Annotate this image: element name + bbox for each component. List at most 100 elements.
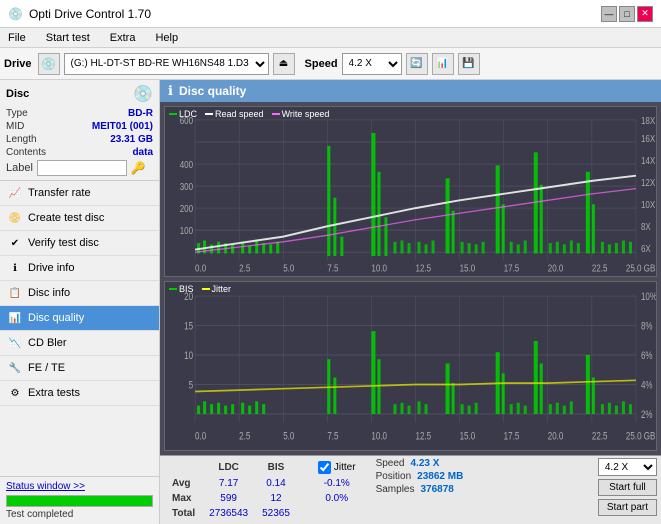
jitter-legend-label: Jitter	[212, 284, 232, 294]
bis-chart-legend: BIS Jitter	[169, 284, 231, 294]
svg-text:25.0 GB: 25.0 GB	[626, 430, 655, 443]
disc-quality-icon: 📊	[8, 311, 22, 325]
svg-text:10.0: 10.0	[371, 430, 387, 443]
disc-length-value: 23.31 GB	[110, 134, 153, 145]
sidebar-item-transfer-rate[interactable]: 📈 Transfer rate	[0, 181, 159, 206]
close-button[interactable]: ✕	[637, 6, 653, 22]
svg-text:5.0: 5.0	[283, 263, 294, 274]
svg-text:2.5: 2.5	[239, 430, 251, 443]
toolbar-btn-1[interactable]: 🔄	[406, 53, 428, 75]
titlebar: 💿 Opti Drive Control 1.70 — □ ✕	[0, 0, 661, 28]
disc-type-value: BD-R	[128, 108, 153, 119]
bis-legend-dot	[169, 288, 177, 290]
speed-info-panel: Speed 4.23 X Position 23862 MB Samples 3…	[376, 458, 464, 495]
start-full-button[interactable]: Start full	[598, 479, 657, 496]
svg-text:8X: 8X	[641, 221, 651, 232]
action-buttons: 4.2 X Start full Start part	[598, 458, 657, 516]
samples-label: Samples	[376, 484, 415, 495]
svg-text:0.0: 0.0	[195, 263, 206, 274]
sidebar: Disc 💿 Type BD-R MID MEIT01 (001) Length…	[0, 80, 160, 524]
toolbar-btn-3[interactable]: 💾	[458, 53, 480, 75]
sidebar-item-verify-test-disc[interactable]: ✔ Verify test disc	[0, 231, 159, 256]
sidebar-item-drive-info[interactable]: ℹ Drive info	[0, 256, 159, 281]
disc-label-input[interactable]	[37, 160, 127, 176]
svg-text:17.5: 17.5	[504, 430, 520, 443]
menu-help[interactable]: Help	[151, 32, 182, 44]
app-icon: 💿	[8, 7, 23, 21]
maximize-button[interactable]: □	[619, 6, 635, 22]
menu-extra[interactable]: Extra	[106, 32, 140, 44]
position-row: Position 23862 MB	[376, 471, 464, 482]
sidebar-item-disc-quality[interactable]: 📊 Disc quality	[0, 306, 159, 331]
max-bis: 12	[256, 492, 296, 505]
titlebar-controls[interactable]: — □ ✕	[601, 6, 653, 22]
jitter-checkbox[interactable]	[318, 461, 331, 474]
disc-mid-row: MID MEIT01 (001)	[6, 121, 153, 132]
bis-legend-label: BIS	[179, 284, 194, 294]
drive-select[interactable]: (G:) HL-DT-ST BD-RE WH16NS48 1.D3	[64, 53, 269, 75]
avg-jitter: -0.1%	[312, 477, 362, 490]
bis-legend-item: BIS	[169, 284, 194, 294]
speed-row: Speed 4.23 X	[376, 458, 464, 469]
disc-label-key: Label	[6, 162, 33, 174]
svg-text:5: 5	[189, 379, 194, 392]
titlebar-title: Opti Drive Control 1.70	[29, 7, 151, 21]
sidebar-item-create-test-disc[interactable]: 📀 Create test disc	[0, 206, 159, 231]
content-icon: ℹ	[168, 83, 173, 99]
sidebar-item-disc-info[interactable]: 📋 Disc info	[0, 281, 159, 306]
start-part-button[interactable]: Start part	[598, 499, 657, 516]
sidebar-item-extra-tests[interactable]: ⚙ Extra tests	[0, 381, 159, 406]
sidebar-item-label-create-test-disc: Create test disc	[28, 212, 104, 224]
eject-button[interactable]: ⏏	[273, 53, 295, 75]
ldc-chart-svg: 600 400 300 200 100 18X 16X 14X 12X 10X …	[165, 107, 656, 276]
status-window-button[interactable]: Status window >>	[6, 481, 153, 492]
disc-mid-label: MID	[6, 121, 24, 132]
speed-dropdown[interactable]: 4.2 X	[598, 458, 657, 476]
speed-label: Speed	[305, 58, 338, 70]
minimize-button[interactable]: —	[601, 6, 617, 22]
content-area: ℹ Disc quality LDC Read speed	[160, 80, 661, 524]
jitter-legend-item: Jitter	[202, 284, 232, 294]
svg-text:14X: 14X	[641, 155, 655, 166]
jitter-label: Jitter	[334, 462, 356, 473]
ldc-legend-label: LDC	[179, 109, 197, 119]
jitter-checkbox-wrap[interactable]: Jitter	[318, 461, 356, 474]
drive-icon: 💿	[38, 53, 60, 75]
disc-contents-row: Contents data	[6, 147, 153, 158]
drive-info-icon: ℹ	[8, 261, 22, 275]
svg-text:16X: 16X	[641, 133, 655, 144]
speed-label: Speed	[376, 458, 405, 469]
ldc-chart-legend: LDC Read speed Write speed	[169, 109, 329, 119]
progress-bar	[7, 496, 152, 506]
menu-file[interactable]: File	[4, 32, 30, 44]
svg-text:200: 200	[180, 203, 193, 214]
svg-text:4%: 4%	[641, 379, 653, 392]
content-header: ℹ Disc quality	[160, 80, 661, 102]
speed-select[interactable]: 4.2 X	[342, 53, 402, 75]
samples-value: 376878	[420, 484, 453, 495]
svg-text:20.0: 20.0	[548, 430, 564, 443]
svg-text:8%: 8%	[641, 320, 653, 333]
avg-ldc: 7.17	[203, 477, 254, 490]
sidebar-item-fe-te[interactable]: 🔧 FE / TE	[0, 356, 159, 381]
disc-type-label: Type	[6, 108, 28, 119]
svg-text:0.0: 0.0	[195, 430, 207, 443]
svg-text:17.5: 17.5	[504, 263, 520, 274]
sidebar-item-label-verify-test-disc: Verify test disc	[28, 237, 99, 249]
disc-contents-value: data	[132, 147, 153, 158]
svg-text:2.5: 2.5	[239, 263, 250, 274]
write-speed-legend-item: Write speed	[272, 109, 330, 119]
svg-text:2%: 2%	[641, 408, 653, 421]
max-ldc: 599	[203, 492, 254, 505]
svg-text:10X: 10X	[641, 199, 655, 210]
menu-start-test[interactable]: Start test	[42, 32, 94, 44]
svg-text:400: 400	[180, 159, 193, 170]
sidebar-item-cd-bler[interactable]: 📉 CD Bler	[0, 331, 159, 356]
speed-value: 4.23 X	[411, 458, 440, 469]
disc-mid-value: MEIT01 (001)	[92, 121, 153, 132]
svg-text:15.0: 15.0	[460, 430, 476, 443]
toolbar-btn-2[interactable]: 📊	[432, 53, 454, 75]
svg-text:25.0 GB: 25.0 GB	[626, 263, 655, 274]
disc-label-row: Label 🔑	[6, 160, 153, 176]
label-edit-icon[interactable]: 🔑	[131, 161, 146, 175]
